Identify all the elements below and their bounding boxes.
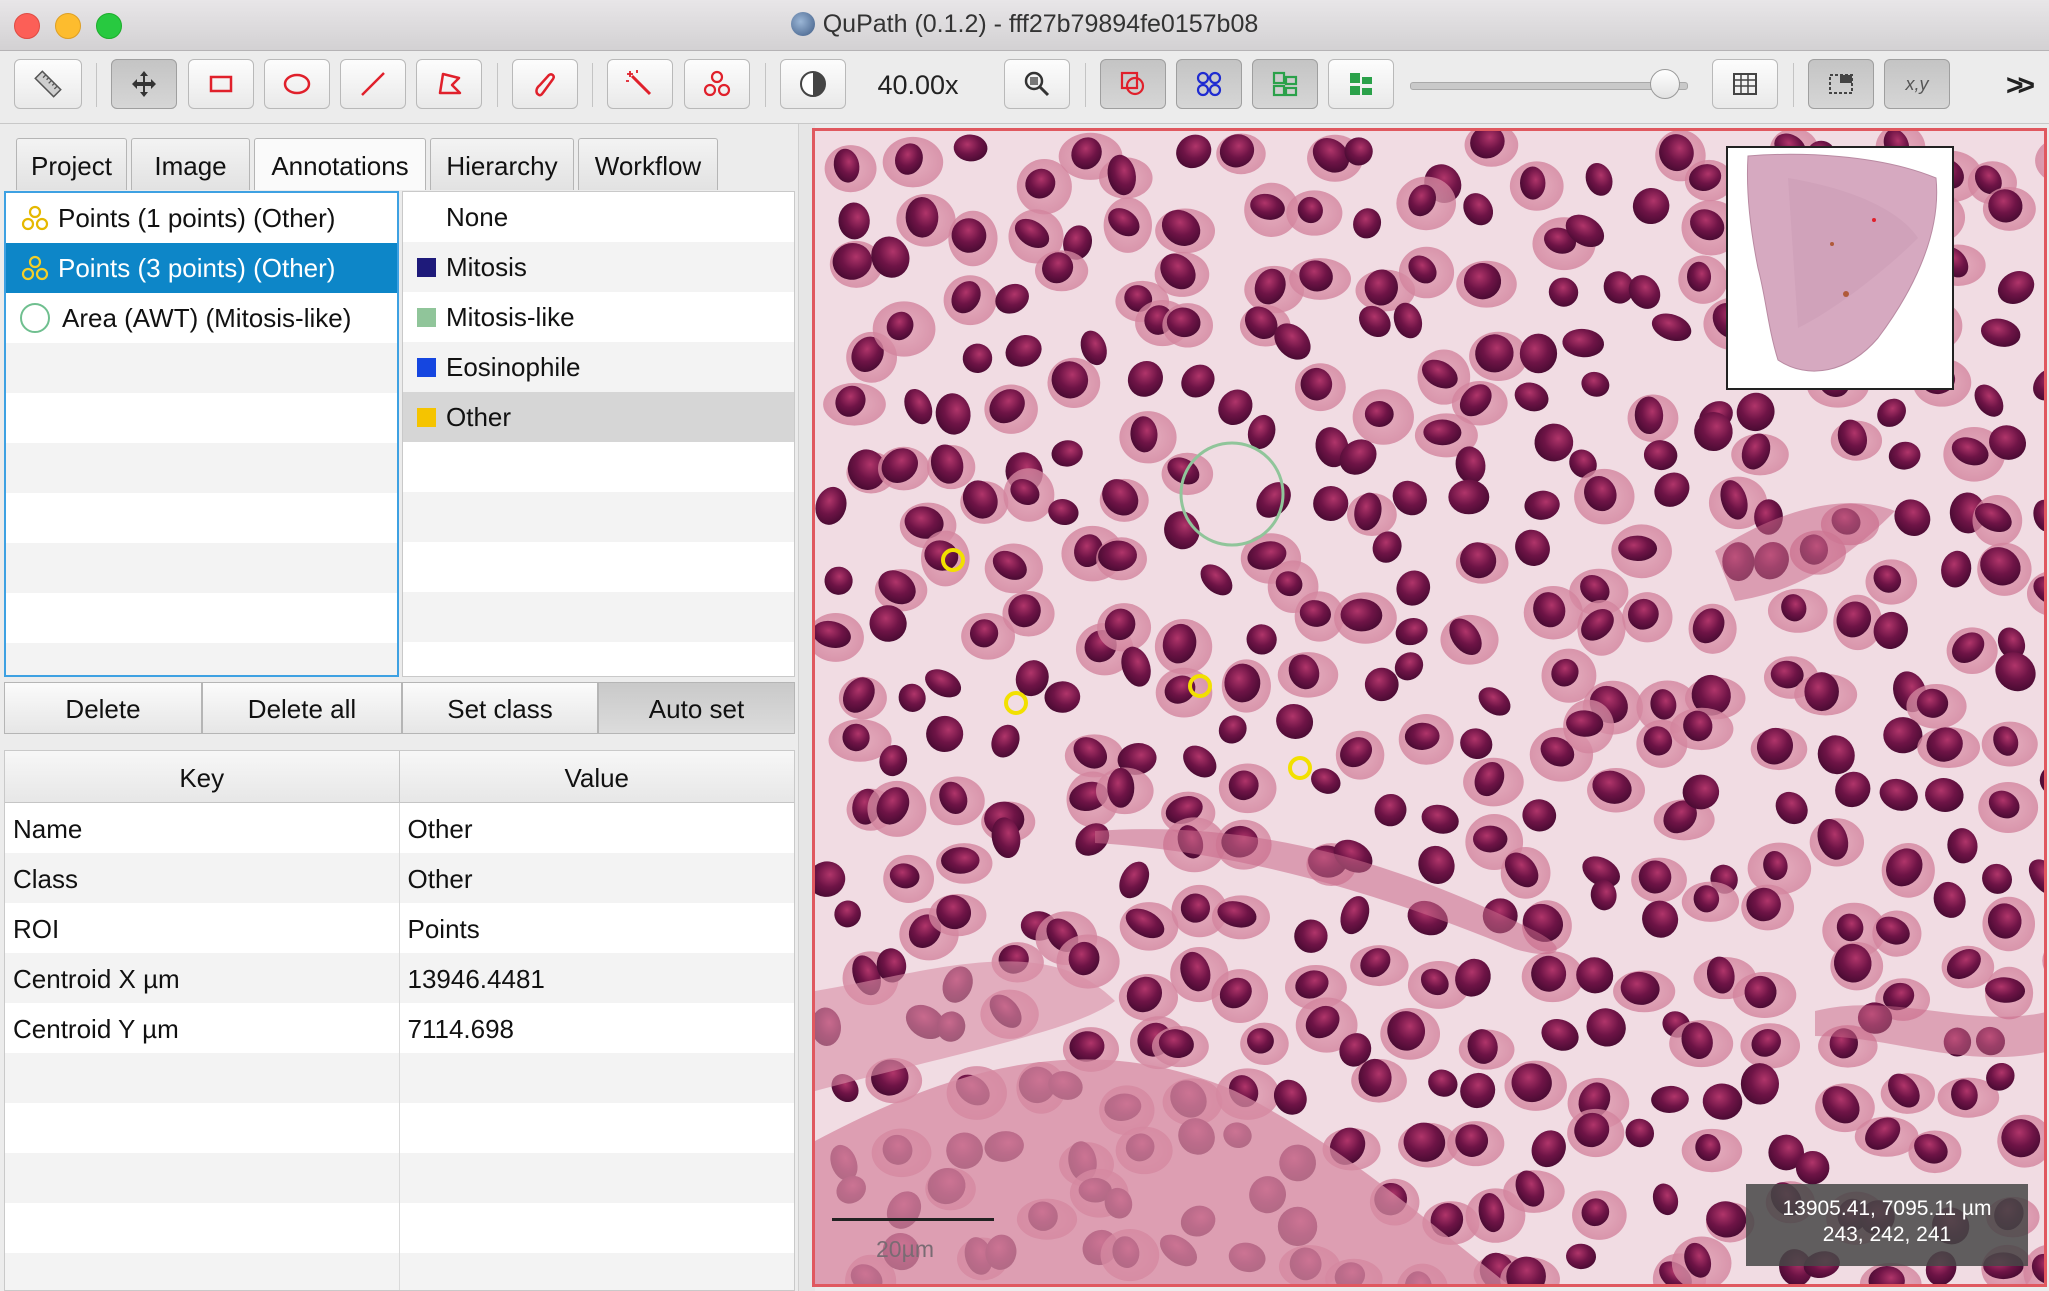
opacity-slider-knob[interactable] [1650,69,1680,99]
class-item-mitosis[interactable]: Mitosis [403,242,794,292]
zoom-to-fit-icon [1024,71,1050,97]
measure-tool-button[interactable] [14,59,82,109]
table-row[interactable]: Centroid X µm 13946.4481 [5,953,794,1003]
polygon-tool-button[interactable] [416,59,482,109]
magnification-label[interactable]: 40.00x [858,70,978,101]
cursor-rgb-values: 243, 242, 241 [1822,1223,1952,1246]
class-item-mitosis-like[interactable]: Mitosis-like [403,292,794,342]
delete-button[interactable]: Delete [4,682,202,734]
class-color-swatch [417,307,436,327]
points-icon [703,70,731,97]
brightness-contrast-button[interactable] [780,59,846,109]
window-title: QuPath (0.1.2) - fff27b79894fe0157b08 [822,10,1259,38]
polygon-icon [438,72,462,95]
main-toolbar: 40.00x x,y >> [0,51,2049,124]
contrast-icon [800,71,826,97]
annotation-buttons: Delete Delete all Set class Auto set [4,682,795,734]
fill-detections-button[interactable] [1328,59,1394,109]
show-coordinates-button[interactable]: x,y [1884,59,1950,109]
move-icon [132,71,156,97]
class-item-none[interactable]: None [403,192,794,242]
measurement-table-icon [1733,73,1757,95]
cursor-location-readout: 13905.41, 7095.11 µm 243, 242, 241 [1746,1184,2028,1266]
delete-all-button[interactable]: Delete all [202,682,402,734]
tab-hierarchy[interactable]: Hierarchy [430,138,574,190]
scale-bar [832,1218,994,1221]
tab-project[interactable]: Project [16,138,127,190]
show-annotations-button[interactable] [1100,59,1166,109]
list-item-selected[interactable]: Points (3 points) (Other) [6,243,397,293]
coordinates-icon: x,y [1905,73,1929,94]
annotation-label: Points (3 points) (Other) [58,252,336,283]
table-row[interactable]: Centroid Y µm 7114.698 [5,1003,794,1053]
annotation-label: Area (AWT) (Mitosis-like) [62,302,352,333]
class-item-other[interactable]: Other [403,392,794,442]
table-row[interactable]: Name Other [5,803,794,853]
show-detections-icon [1272,71,1298,97]
tab-workflow[interactable]: Workflow [578,138,718,190]
ellipse-area-icon [20,303,50,333]
class-list[interactable]: None Mitosis Mitosis-like Eosinophile Ot… [402,191,795,677]
tab-image[interactable]: Image [131,138,250,190]
ellipse-icon [283,73,311,95]
show-detections-button[interactable] [1252,59,1318,109]
set-class-button[interactable]: Set class [402,682,598,734]
class-color-swatch [417,357,436,377]
scale-bar-label: 20µm [876,1236,934,1262]
brush-tool-button[interactable] [512,59,578,109]
measurement-table[interactable]: Key Value Name Other Class Other ROI Points… [4,750,795,1291]
rectangle-icon [209,75,233,93]
list-item[interactable]: Area (AWT) (Mitosis-like) [6,293,397,343]
cursor-coordinates: 13905.41, 7095.11 µm [1782,1197,1992,1220]
list-item[interactable]: Points (1 points) (Other) [6,193,397,243]
wand-tool-button[interactable] [607,59,673,109]
line-icon [361,72,385,96]
points-icon [21,205,49,231]
column-header-key[interactable]: Key [5,751,400,802]
class-label: None [446,201,509,232]
class-label: Other [446,401,512,432]
overview-icon [1829,74,1853,94]
fill-detections-icon [1350,73,1372,95]
annotation-list[interactable]: Points (1 points) (Other) Points (3 poin… [4,191,399,677]
title-bar: QuPath (0.1.2) - fff27b79894fe0157b08 [0,0,2049,51]
ruler-icon [34,70,62,98]
class-label: Mitosis-like [446,301,575,332]
tab-annotations[interactable]: Annotations [254,138,426,190]
points-icon [21,255,49,281]
qupath-app-icon [790,12,815,36]
class-label: Mitosis [446,251,527,282]
ellipse-tool-button[interactable] [264,59,330,109]
auto-set-button[interactable]: Auto set [598,682,795,734]
rectangle-tool-button[interactable] [188,59,254,109]
opacity-slider-track[interactable] [1410,82,1688,90]
toolbar-overflow-button[interactable]: >> [2006,69,2035,103]
slide-overview[interactable] [1726,146,1954,390]
show-overview-button[interactable] [1808,59,1874,109]
column-header-value[interactable]: Value [400,751,795,802]
class-label: Eosinophile [446,351,581,382]
line-tool-button[interactable] [340,59,406,109]
brush-icon [535,73,555,97]
table-row[interactable]: Class Other [5,853,794,903]
annotation-label: Points (1 points) (Other) [58,202,336,233]
move-tool-button[interactable] [111,59,177,109]
zoom-to-fit-button[interactable] [1004,59,1070,109]
show-tma-grid-icon [1196,71,1222,97]
class-color-swatch [417,407,436,427]
wand-icon [626,70,652,96]
show-annotations-icon [1120,71,1145,96]
table-row[interactable]: ROI Points [5,903,794,953]
show-tma-grid-button[interactable] [1176,59,1242,109]
slide-thumbnail-image [1746,153,1938,372]
points-tool-button[interactable] [684,59,750,109]
class-color-swatch [417,257,436,277]
class-item-eosinophile[interactable]: Eosinophile [403,342,794,392]
measurement-table-button[interactable] [1712,59,1778,109]
